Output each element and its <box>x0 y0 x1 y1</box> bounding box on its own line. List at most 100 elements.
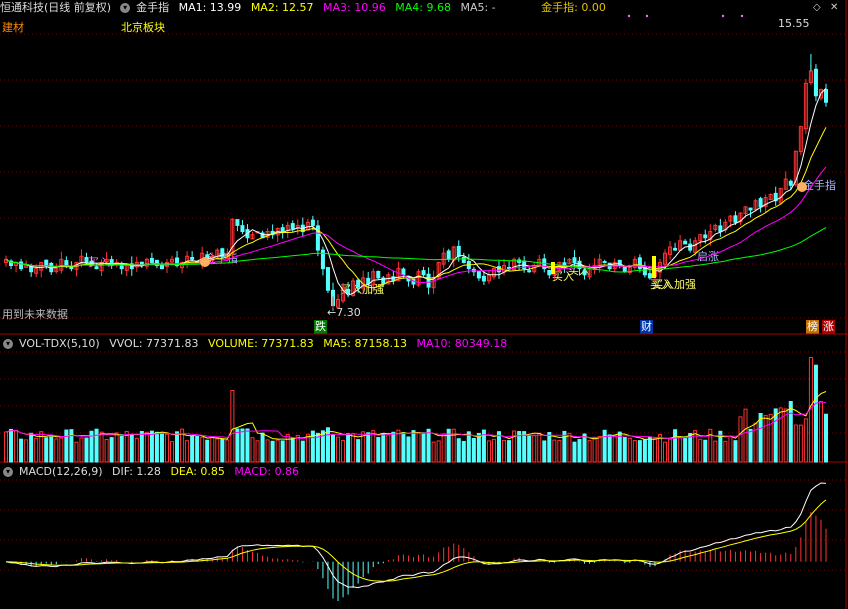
volume-bar <box>703 439 708 463</box>
volume-bar <box>527 435 532 463</box>
volume-bar <box>683 436 688 463</box>
volume-bar <box>245 428 250 463</box>
volume-bar <box>295 434 300 463</box>
volume-bar <box>154 431 159 463</box>
dif-line <box>5 482 827 589</box>
volume-bar <box>280 440 285 463</box>
volume-bar <box>341 440 346 463</box>
volume-bar <box>371 430 376 463</box>
volume-bar <box>104 438 109 463</box>
volume-bar <box>24 439 29 463</box>
candle-body <box>602 261 607 264</box>
candle-body <box>572 257 577 263</box>
candle-body <box>456 245 461 257</box>
volume-bar <box>109 437 114 463</box>
candle-body <box>703 234 708 239</box>
candle-body <box>69 266 74 270</box>
candle-body <box>421 270 426 276</box>
volume-bar <box>627 437 632 463</box>
volume-bar <box>29 432 34 463</box>
volume-bar <box>713 440 718 463</box>
volume-bar <box>592 437 597 463</box>
volume-bar <box>743 408 748 463</box>
candle-body <box>290 223 295 229</box>
volume-bar <box>758 413 763 463</box>
volume-bar <box>64 429 69 463</box>
chart-canvas[interactable] <box>0 0 848 609</box>
candle-body <box>190 257 195 260</box>
candle-body <box>733 215 738 223</box>
dea-line <box>5 499 827 582</box>
candle-body <box>44 259 49 267</box>
candle-body <box>673 247 678 251</box>
candle-body <box>84 256 89 263</box>
candle-body <box>376 270 381 279</box>
volume-bar <box>612 434 617 463</box>
volume-bar <box>491 438 496 463</box>
candle-body <box>582 270 587 276</box>
volume-bar <box>205 439 210 463</box>
volume-bar <box>129 434 134 463</box>
volume-bar <box>225 439 230 463</box>
volume-bar <box>783 408 788 463</box>
volume-bar <box>471 438 476 463</box>
volume-bar <box>663 441 668 463</box>
volume-bar <box>738 416 743 463</box>
volume-bar <box>124 430 129 463</box>
volume-bar <box>637 440 642 463</box>
volume-bar <box>678 436 683 463</box>
volume-bar <box>416 432 421 463</box>
candle-body <box>310 219 315 226</box>
volume-bar <box>351 433 356 463</box>
candle-body <box>823 89 829 103</box>
volume-bar <box>537 432 542 463</box>
volume-bar <box>823 413 829 463</box>
volume-bar <box>134 437 139 463</box>
volume-bar <box>195 435 200 463</box>
volume-bar <box>552 439 557 463</box>
volume-bar <box>788 401 793 463</box>
volume-bar <box>486 440 491 463</box>
volume-bar <box>84 437 89 463</box>
volume-bar <box>170 441 175 463</box>
volume-bar <box>79 437 84 463</box>
volume-bar <box>461 440 466 463</box>
hand-cursor-icon <box>200 257 210 267</box>
volume-bar <box>763 414 768 463</box>
volume-bar <box>185 440 190 463</box>
volume-bar <box>235 428 240 463</box>
volume-bar <box>733 440 738 463</box>
hand-cursor-icon <box>797 182 807 192</box>
volume-bar <box>778 407 783 463</box>
volume-bar <box>356 439 361 463</box>
candle-body <box>547 269 552 276</box>
volume-bar <box>94 428 99 463</box>
volume-bar <box>114 432 119 463</box>
candle-body <box>356 279 361 288</box>
volume-bar <box>200 436 205 463</box>
volume-bar <box>336 436 341 463</box>
volume-bar <box>59 437 64 463</box>
volume-bar <box>668 438 673 463</box>
volume-bar <box>230 390 235 463</box>
volume-bar <box>522 431 527 463</box>
volume-bar <box>557 439 562 463</box>
candle-body <box>346 288 351 294</box>
volume-bar <box>139 431 144 463</box>
volume-bar <box>175 431 180 463</box>
candle-body <box>527 270 532 273</box>
volume-bar <box>325 427 330 463</box>
candle-body <box>718 225 723 233</box>
candle-body <box>235 219 240 226</box>
volume-bar <box>426 428 431 463</box>
volume-bar <box>582 433 587 463</box>
volume-bar <box>285 433 290 463</box>
volume-bar <box>567 432 572 463</box>
volume-bar <box>406 436 411 463</box>
volume-bar <box>315 432 320 463</box>
volume-bar <box>793 424 798 463</box>
volume-bar <box>542 440 547 463</box>
candle-body <box>159 264 164 270</box>
candle-body <box>401 268 406 276</box>
stock-chart-window: 恒通科技(日线 前复权) ▾ 金手指 MA1: 13.99 MA2: 12.57 M… <box>0 0 848 609</box>
